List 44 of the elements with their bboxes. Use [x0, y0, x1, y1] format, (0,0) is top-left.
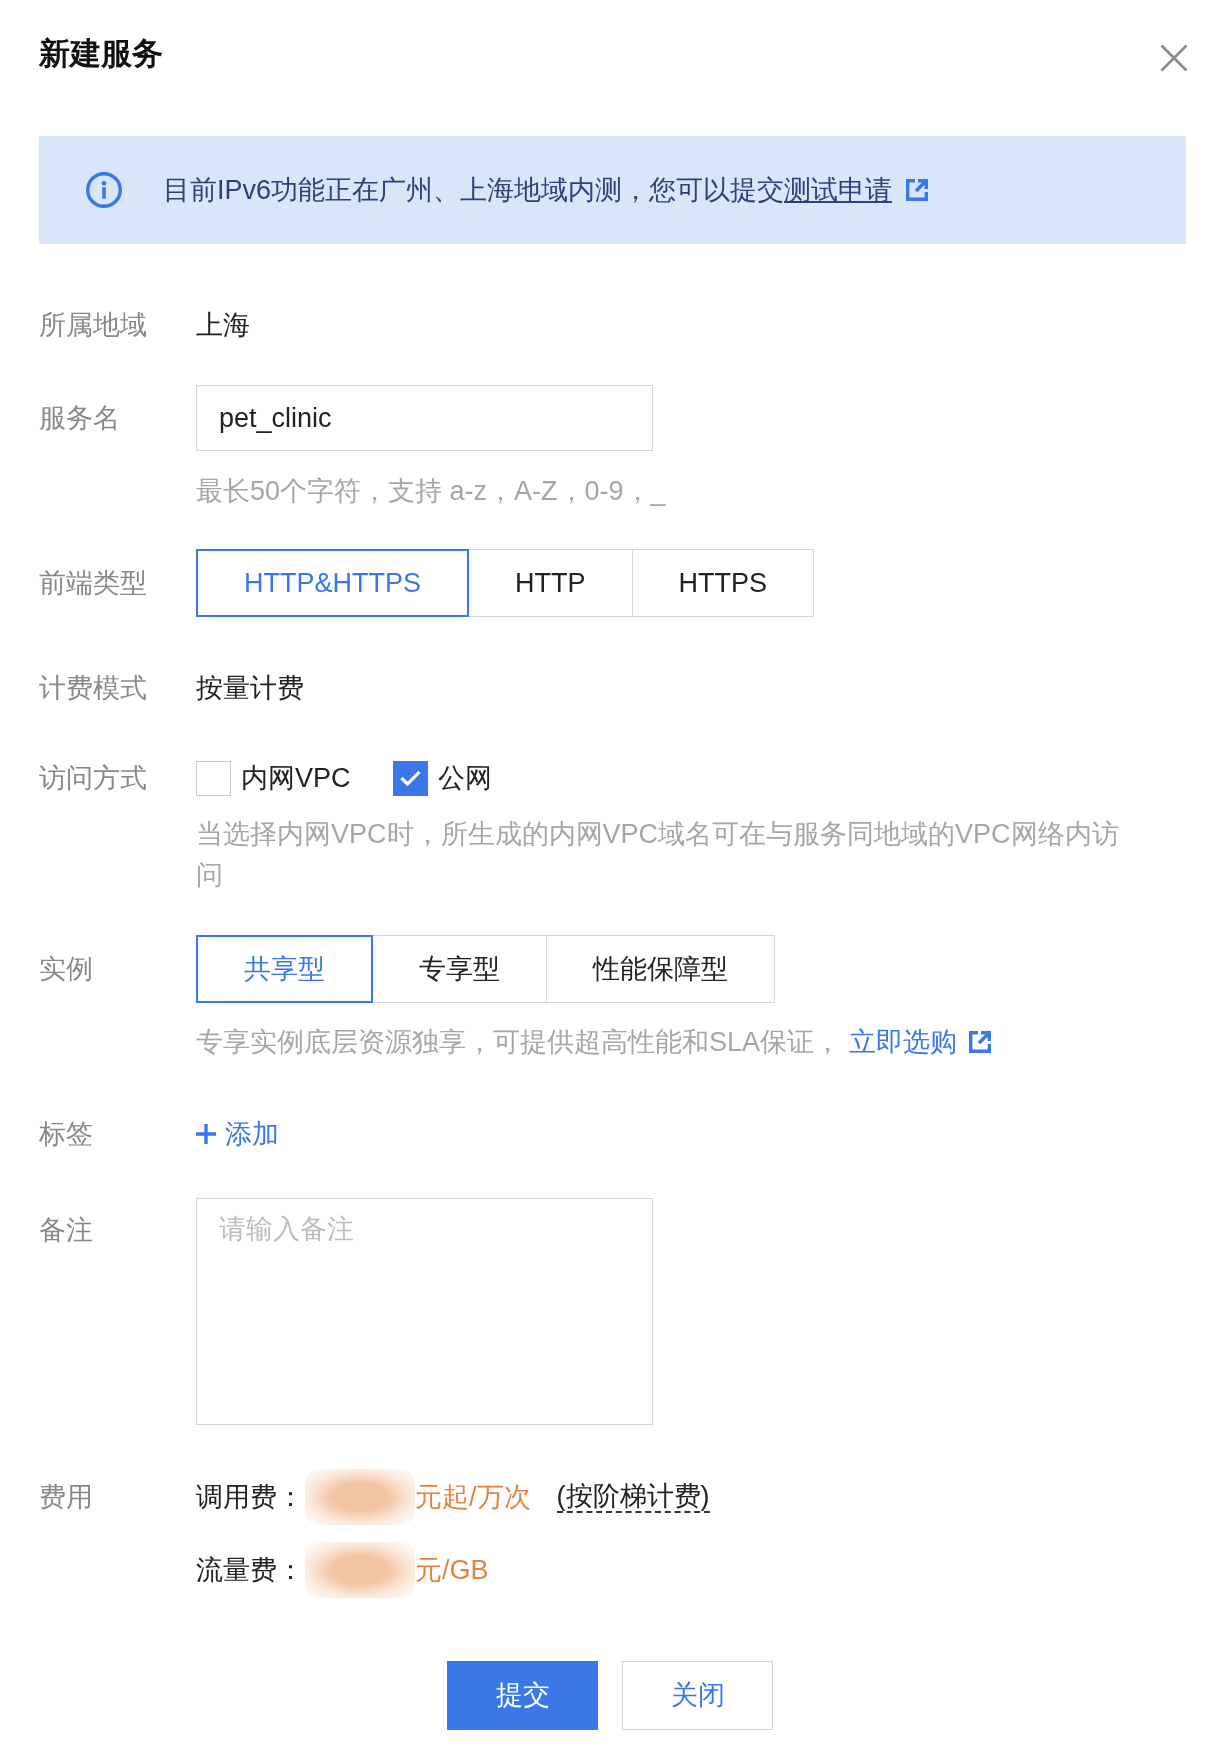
input-field[interactable]: pet_clinic [196, 385, 653, 451]
external-link-icon[interactable] [969, 1031, 992, 1053]
external-link-icon[interactable] [906, 179, 929, 201]
field-label: 所属地域 [39, 309, 148, 342]
close-button[interactable]: 关闭 [622, 1661, 773, 1730]
fee-unit: 元起/万次 [415, 1481, 531, 1514]
field-label: 访问方式 [39, 762, 148, 795]
option-tab[interactable]: 共享型 [196, 935, 373, 1003]
plus-icon [196, 1124, 216, 1144]
text-area[interactable]: 请输入备注 [196, 1198, 653, 1425]
option-tab[interactable]: HTTPS [631, 549, 815, 617]
close-icon[interactable] [1160, 44, 1188, 72]
checkbox-label[interactable]: 内网VPC [241, 760, 351, 796]
hint-text: 当选择内网VPC时，所生成的内网VPC域名可在与服务同地域的VPC网络内访问 [196, 818, 1120, 892]
option-tab[interactable]: 性能保障型 [546, 935, 775, 1003]
hint-text: 最长50个字符，支持 a-z，A-Z，0-9，_ [196, 475, 666, 508]
notice-text: 目前IPv6功能正在广州、上海地域内测，您可以提交测试申请 [163, 174, 893, 207]
text-link[interactable]: 立即选购 [849, 1027, 958, 1057]
checkbox-label[interactable]: 公网 [437, 760, 492, 796]
field-value: 上海 [196, 309, 250, 342]
field-label: 标签 [39, 1118, 94, 1151]
hint-text: 专享实例底层资源独享，可提供超高性能和SLA保证， 立即选购 [196, 1026, 958, 1059]
field-value: 按量计费 [196, 672, 304, 705]
fee-label: 调用费： [196, 1481, 305, 1514]
checkbox[interactable] [392, 760, 428, 796]
field-label: 前端类型 [39, 567, 148, 600]
fee-label: 流量费： [196, 1554, 305, 1587]
fee-unit: 元/GB [415, 1554, 489, 1587]
checkbox[interactable] [196, 760, 231, 796]
field-label: 计费模式 [39, 672, 148, 705]
field-label: 费用 [39, 1481, 94, 1514]
field-label: 备注 [39, 1214, 94, 1247]
field-label: 实例 [39, 953, 94, 986]
field-label: 服务名 [39, 402, 121, 435]
option-tab[interactable]: 专享型 [372, 935, 547, 1003]
dialog-title: 新建服务 [39, 36, 163, 72]
add-button[interactable]: 添加 [196, 1116, 279, 1152]
check-icon [399, 770, 421, 786]
option-tab[interactable]: HTTP&HTTPS [196, 549, 469, 617]
text-link[interactable]: 测试申请 [784, 175, 893, 205]
option-tab[interactable]: HTTP [468, 549, 633, 617]
info-icon [86, 172, 122, 208]
submit-button[interactable]: 提交 [447, 1661, 598, 1730]
pricing-note[interactable]: (按阶梯计费) [556, 1481, 710, 1513]
